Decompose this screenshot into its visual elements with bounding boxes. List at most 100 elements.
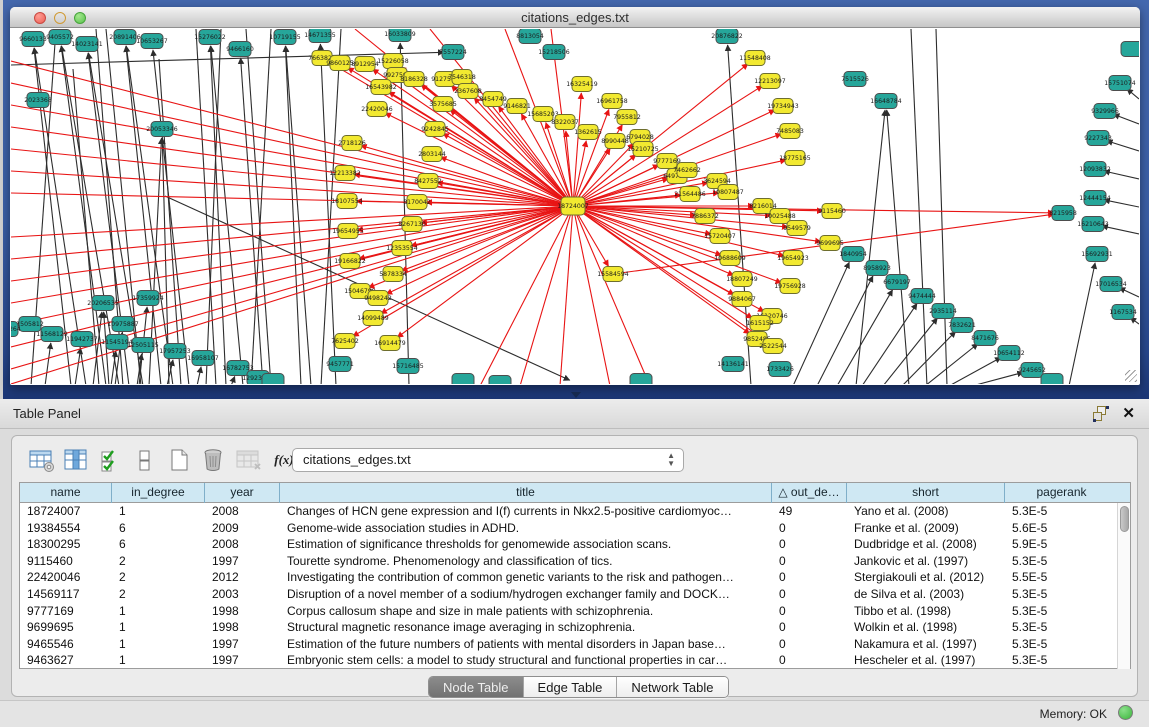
table-cell: 1 [112,636,205,653]
window-resize-grip[interactable] [1125,370,1137,382]
edge[interactable] [936,29,947,384]
table-row[interactable]: 2242004622012Investigating the contribut… [20,569,1118,586]
table-cell: 9777169 [20,603,112,620]
table-panel-body: f(x) citations_edges.txt ▲▼ namein_degre… [11,435,1138,697]
close-panel-icon[interactable]: ✕ [1122,404,1135,422]
edge[interactable] [902,331,956,384]
citation-network-graph[interactable]: 7663822986012589129541522605899275081654… [11,29,1139,384]
edge[interactable] [817,276,873,384]
table-row[interactable]: 977716911998Corpus callosum shape and si… [20,603,1118,620]
edge[interactable] [573,93,581,206]
network-window-titlebar[interactable]: citations_edges.txt [10,7,1140,28]
edge[interactable] [159,59,181,384]
tab-edge-table[interactable]: Edge Table [524,677,618,698]
edge[interactable] [972,372,1023,384]
edge[interactable] [361,145,573,206]
edge[interactable] [883,318,937,384]
column-header-6[interactable]: pagerank [1005,483,1118,503]
table-mode-icon[interactable] [28,446,56,474]
table-source-value: citations_edges.txt [303,452,411,467]
node-label: 16648784 [870,98,902,105]
column-header-4[interactable]: △ out_de… [772,483,847,503]
column-header-2[interactable]: year [205,483,280,503]
tab-node-table[interactable]: Node Table [429,677,524,698]
table-row[interactable]: 1938455462009Genome-wide association stu… [20,520,1118,537]
unselect-all-icon[interactable] [132,446,160,474]
table-row[interactable]: 946362711997Embryonic stem cells: a mode… [20,652,1118,669]
edge[interactable] [126,46,161,384]
edge[interactable] [11,206,573,303]
edge[interactable] [573,206,610,384]
column-header-3[interactable]: title [280,483,772,503]
vertical-scrollbar[interactable] [1117,503,1130,669]
edge[interactable] [925,344,978,384]
node[interactable] [1121,42,1139,57]
edge[interactable] [211,46,243,384]
column-header-5[interactable]: short [847,483,1005,503]
edge[interactable] [862,303,917,384]
node-label: 9884067 [728,296,756,303]
table-cell: Wolkin et al. (1998) [847,619,1005,636]
splitter-handle[interactable] [571,392,581,398]
table-source-select[interactable]: citations_edges.txt ▲▼ [292,448,684,472]
node-label: 8471676 [971,335,999,342]
edge[interactable] [400,43,409,384]
network-canvas[interactable]: 7663822986012589129541522605899275081654… [11,29,1139,384]
edge[interactable] [911,29,927,384]
edge[interactable] [45,343,51,384]
table-row[interactable]: 1830029562008Estimation of significance … [20,536,1118,553]
edge[interactable] [560,206,573,384]
edge[interactable] [246,29,271,384]
table-cell: 0 [772,636,847,653]
tab-network-table[interactable]: Network Table [617,677,727,698]
edge[interactable] [480,206,573,384]
edge[interactable] [793,262,849,384]
edge[interactable] [1113,114,1139,124]
edge[interactable] [1107,141,1139,151]
edge[interactable] [251,29,271,384]
table-header-row[interactable]: namein_degreeyeartitle△ out_de…shortpage… [20,483,1130,503]
edge[interactable] [11,206,573,347]
node-label: 15210725 [627,146,659,153]
application-window: citations_edges.txt 76638229860125891295… [0,0,1149,727]
float-panel-icon[interactable] [1093,406,1109,422]
node-label: 16961758 [596,98,628,105]
column-header-1[interactable]: in_degree [112,483,205,503]
delete-column-icon[interactable] [200,446,228,474]
column-header-0[interactable]: name [20,483,112,503]
table-cell: 1998 [205,619,280,636]
node[interactable] [489,376,511,385]
table-row[interactable]: 1872400712008Changes of HCN gene express… [20,503,1118,520]
node-label: 7955812 [613,114,641,121]
edge[interactable] [206,29,221,384]
table-cell: 0 [772,520,847,537]
edge[interactable] [1069,263,1095,384]
node-label: 2023368 [24,97,52,104]
edge[interactable] [320,44,336,384]
table-body[interactable]: 1872400712008Changes of HCN gene express… [20,503,1118,669]
edge[interactable] [11,206,573,369]
table-cell: 18724007 [20,503,112,520]
node-label: 18724007 [557,203,589,210]
table-cell: de Silva et al. (2003) [847,586,1005,603]
table-row[interactable]: 969969511998Structural magnetic resonanc… [20,619,1118,636]
node[interactable] [452,374,474,385]
node[interactable] [1041,374,1063,385]
table-row[interactable]: 911546021997Tourette syndrome. Phenomeno… [20,553,1118,570]
show-columns-icon[interactable] [62,446,90,474]
table-cell: 2 [112,553,205,570]
edge[interactable] [75,348,81,384]
edge[interactable] [231,376,235,384]
node[interactable] [262,374,284,385]
edge[interactable] [197,367,201,384]
select-all-icon[interactable] [98,446,126,474]
table-row[interactable]: 946554611997Estimation of the future num… [20,636,1118,653]
table-cell: 0 [772,536,847,553]
node[interactable] [630,374,652,385]
edge[interactable] [887,110,909,384]
desktop-left-edge [0,0,3,399]
scrollbar-thumb[interactable] [1120,506,1129,532]
new-column-icon[interactable] [166,446,194,474]
network-view-window[interactable]: citations_edges.txt 76638229860125891295… [10,7,1140,385]
table-row[interactable]: 1456911722003Disruption of a novel membe… [20,586,1118,603]
